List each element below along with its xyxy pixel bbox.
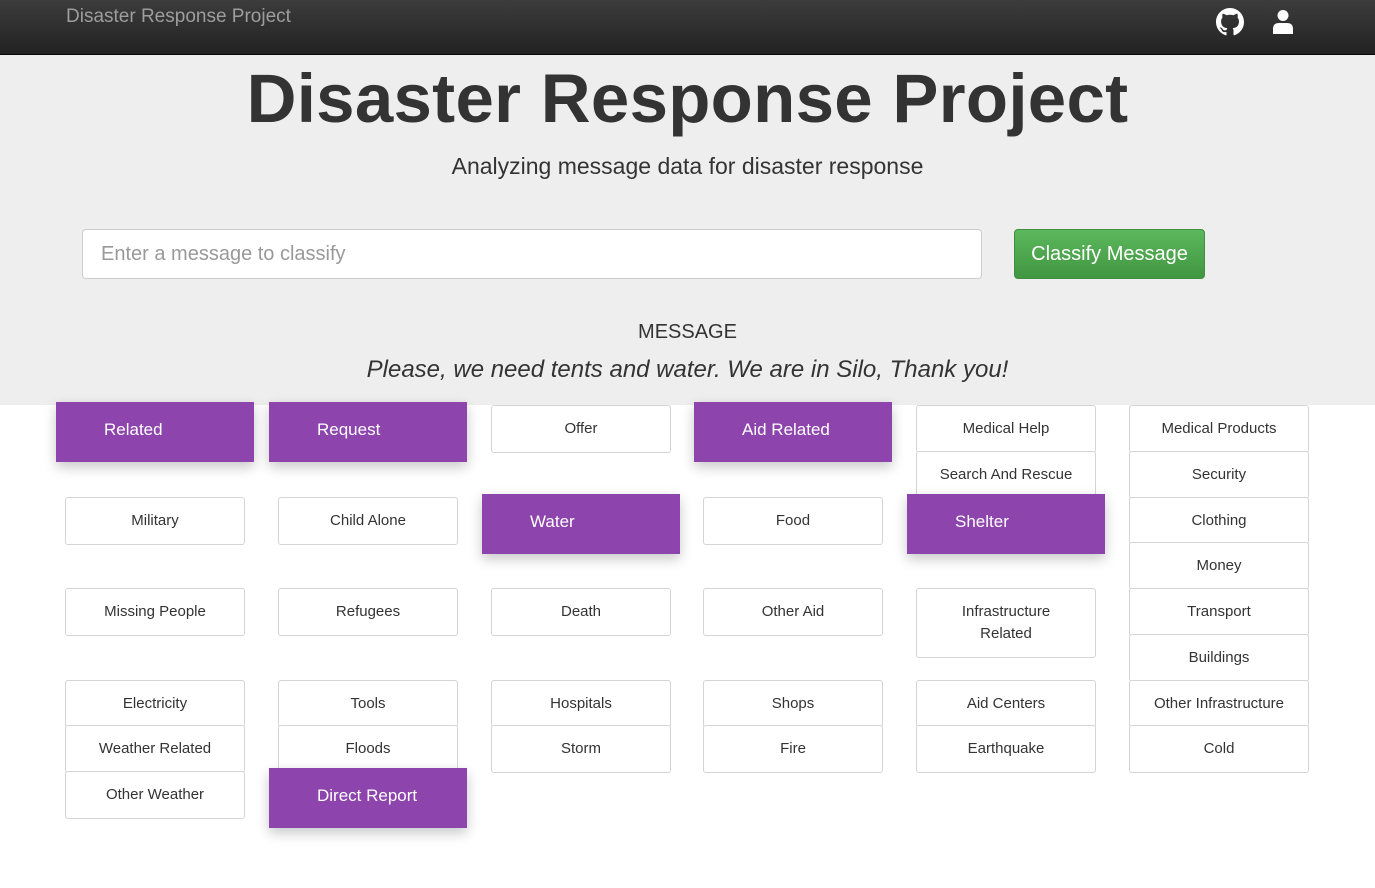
category-buildings: Buildings [1129, 634, 1309, 682]
classify-message-button[interactable]: Classify Message [1014, 229, 1205, 279]
message-text: Please, we need tents and water. We are … [366, 356, 1009, 383]
navbar-brand[interactable]: Disaster Response Project [66, 6, 291, 28]
category-offer: Offer [491, 405, 671, 453]
category-medical-products: Medical Products [1129, 405, 1309, 453]
category-request: Request [269, 402, 467, 462]
category-earthquake: Earthquake [916, 725, 1096, 773]
navbar: Disaster Response Project [0, 0, 1375, 55]
category-search-and-rescue: Search And Rescue [916, 451, 1096, 499]
category-clothing: Clothing [1129, 497, 1309, 545]
category-missing-people: Missing People [65, 588, 245, 636]
page-subtitle: Analyzing message data for disaster resp… [451, 153, 924, 179]
category-electricity: Electricity [65, 680, 245, 728]
github-icon[interactable] [1216, 8, 1244, 36]
category-cold: Cold [1129, 725, 1309, 773]
category-other-infrastructure: Other Infrastructure [1129, 680, 1309, 728]
category-food: Food [703, 497, 883, 545]
category-aid-centers: Aid Centers [916, 680, 1096, 728]
category-other-aid: Other Aid [703, 588, 883, 636]
jumbotron: Disaster Response Project Analyzing mess… [0, 55, 1375, 405]
category-medical-help: Medical Help [916, 405, 1096, 453]
category-infrastructure-related: Infrastructure Related [916, 588, 1096, 658]
category-hospitals: Hospitals [491, 680, 671, 728]
category-shops: Shops [703, 680, 883, 728]
user-icon[interactable] [1269, 8, 1297, 36]
page-title: Disaster Response Project [246, 60, 1129, 137]
category-water: Water [482, 494, 680, 554]
category-aid-related: Aid Related [694, 402, 892, 462]
category-refugees: Refugees [278, 588, 458, 636]
category-fire: Fire [703, 725, 883, 773]
category-storm: Storm [491, 725, 671, 773]
category-floods: Floods [278, 725, 458, 773]
category-tools: Tools [278, 680, 458, 728]
category-death: Death [491, 588, 671, 636]
category-shelter: Shelter [907, 494, 1105, 554]
category-other-weather: Other Weather [65, 771, 245, 819]
category-weather-related: Weather Related [65, 725, 245, 773]
category-related: Related [56, 402, 254, 462]
message-input[interactable] [82, 229, 982, 279]
category-money: Money [1129, 542, 1309, 590]
category-transport: Transport [1129, 588, 1309, 636]
category-military: Military [65, 497, 245, 545]
category-direct-report: Direct Report [269, 768, 467, 828]
message-heading: MESSAGE [638, 321, 737, 343]
category-security: Security [1129, 451, 1309, 499]
category-child-alone: Child Alone [278, 497, 458, 545]
